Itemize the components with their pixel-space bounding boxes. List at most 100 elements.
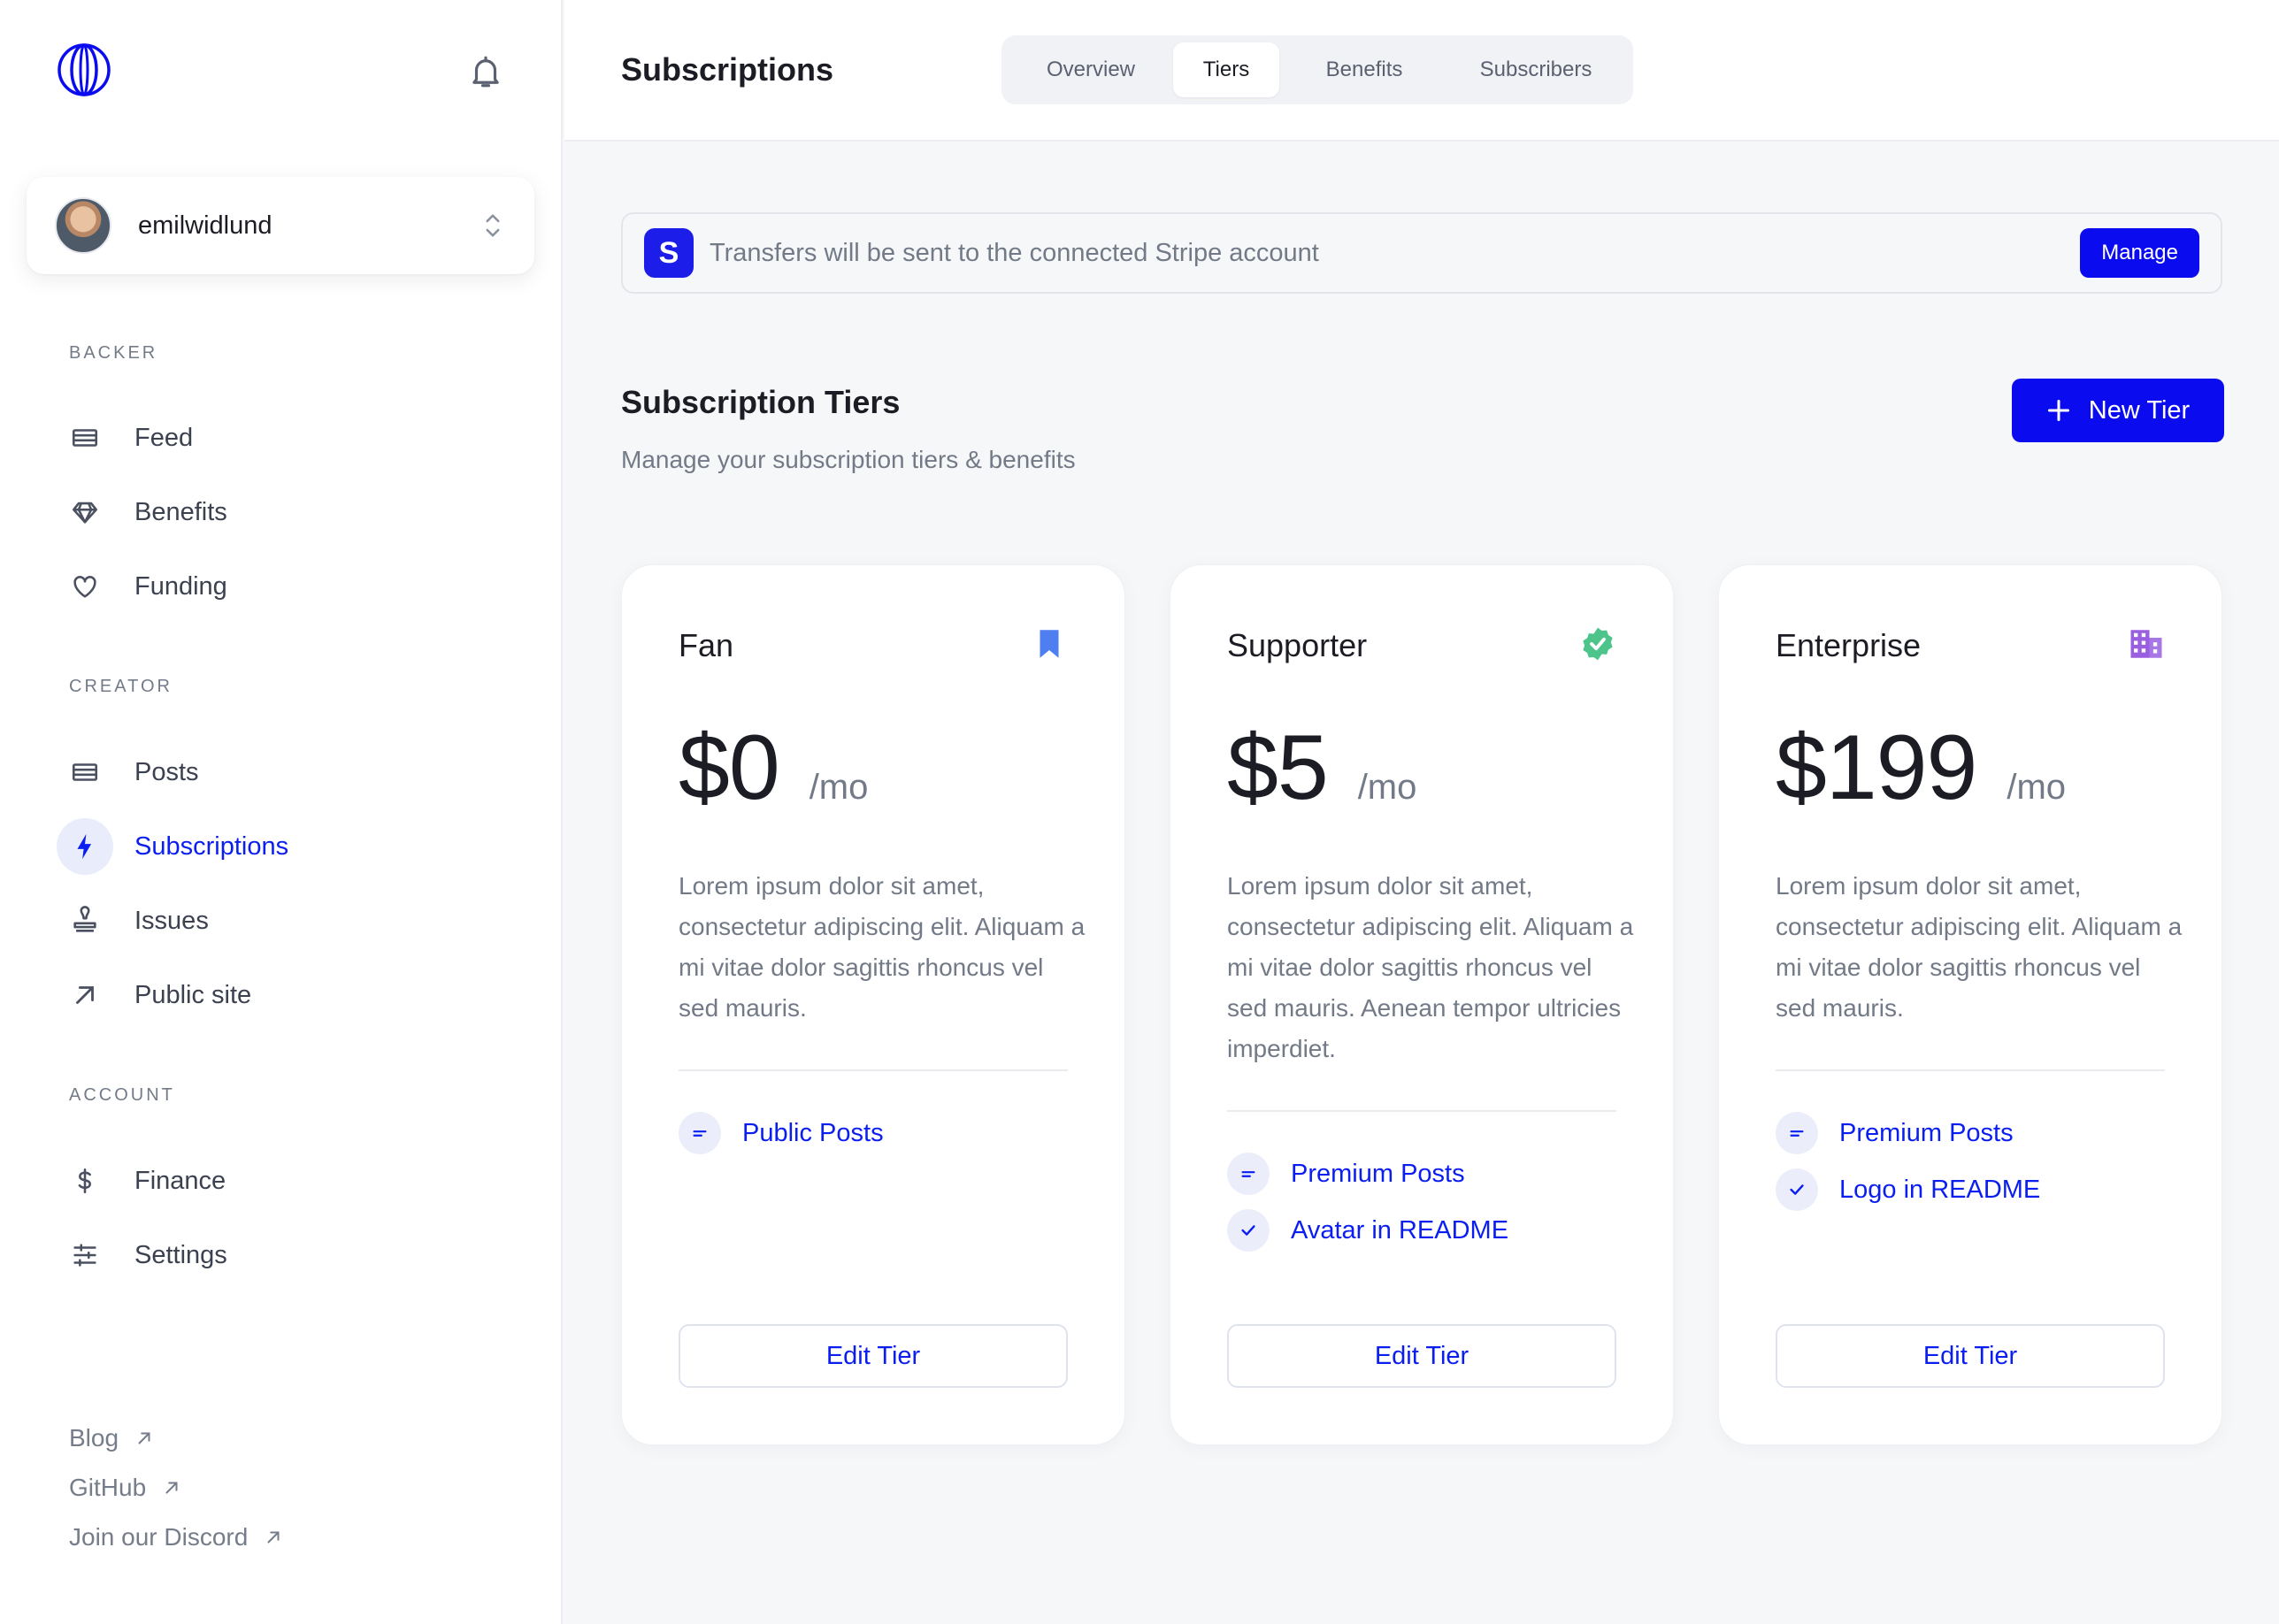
stamp-icon: [57, 892, 113, 949]
footer-link-label: Blog: [69, 1424, 119, 1452]
tier-name: Fan: [679, 627, 734, 663]
tier-card-fan: Fan $0 /mo Lorem ipsum dolor sit amet, c…: [621, 564, 1125, 1445]
tab-tiers[interactable]: Tiers: [1173, 42, 1279, 97]
arrow-up-right-icon: [57, 967, 113, 1023]
page-title: Subscriptions: [621, 51, 834, 88]
sidebar-item-benefits[interactable]: Benefits: [57, 484, 517, 540]
bolt-icon: [57, 818, 113, 875]
divider: [679, 1069, 1068, 1071]
tier-price: $5 /mo: [1227, 716, 1416, 821]
sidebar-item-issues[interactable]: Issues: [57, 892, 517, 949]
topbar: Subscriptions Overview Tiers Benefits Su…: [564, 0, 2279, 142]
tier-name: Enterprise: [1776, 627, 1922, 663]
sidebar-item-label: Feed: [134, 423, 194, 452]
check-icon: [1227, 1209, 1270, 1252]
chevron-up-down-icon: [486, 214, 500, 237]
tier-name: Supporter: [1227, 627, 1368, 663]
new-tier-label: New Tier: [2088, 395, 2191, 425]
stripe-banner: S Transfers will be sent to the connecte…: [621, 212, 2222, 294]
edit-tier-button[interactable]: Edit Tier: [1776, 1324, 2165, 1388]
sidebar-item-label: Posts: [134, 757, 199, 786]
benefit-label: Logo in README: [1839, 1175, 2041, 1204]
benefit-label: Public Posts: [742, 1118, 884, 1147]
benefit-label: Avatar in README: [1291, 1215, 1509, 1245]
footer-link-github[interactable]: GitHub: [69, 1474, 181, 1502]
external-link-icon: [267, 1531, 280, 1544]
sidebar-item-finance[interactable]: Finance: [57, 1153, 517, 1209]
tab-benefits[interactable]: Benefits: [1279, 42, 1449, 97]
tier-card-supporter: Supporter $5 /mo Lorem ipsum dolor sit a…: [1170, 564, 1674, 1445]
sidebar-item-label: Finance: [134, 1166, 226, 1195]
lines-icon: [1227, 1153, 1270, 1195]
section-label-creator: CREATOR: [69, 677, 173, 696]
price-period: /mo: [1357, 768, 1417, 807]
sidebar-item-label: Public site: [134, 980, 252, 1009]
polar-logo-icon[interactable]: [57, 42, 111, 97]
section-label-backer: BACKER: [69, 343, 158, 363]
posts-icon: [57, 744, 113, 801]
price-period: /mo: [2007, 768, 2067, 807]
plus-icon: [2047, 399, 2069, 422]
edit-tier-button[interactable]: Edit Tier: [1227, 1324, 1616, 1388]
manage-button[interactable]: Manage: [2080, 228, 2199, 278]
account-switcher[interactable]: emilwidlund: [27, 177, 534, 274]
sidebar: emilwidlund BACKER Feed Benefits Funding…: [0, 0, 563, 1624]
benefit-item: Premium Posts: [1776, 1112, 2014, 1154]
new-tier-button[interactable]: New Tier: [2012, 379, 2224, 442]
sidebar-item-label: Funding: [134, 571, 227, 601]
divider: [1776, 1069, 2165, 1071]
verified-badge-icon: [1583, 627, 1613, 661]
tab-bar: Overview Tiers Benefits Subscribers: [1001, 35, 1633, 104]
building-icon: [2130, 630, 2162, 658]
stripe-logo-icon: S: [644, 228, 694, 278]
benefit-item: Avatar in README: [1227, 1209, 1508, 1252]
diamond-icon: [57, 484, 113, 540]
tier-description: Lorem ipsum dolor sit amet, consectetur …: [679, 872, 1086, 1022]
account-username: emilwidlund: [138, 211, 272, 240]
tab-overview[interactable]: Overview: [1009, 42, 1173, 97]
sidebar-item-subscriptions[interactable]: Subscriptions: [57, 818, 517, 875]
tier-price: $0 /mo: [679, 716, 868, 821]
benefit-item: Logo in README: [1776, 1168, 2040, 1211]
sidebar-item-settings[interactable]: Settings: [57, 1227, 517, 1283]
external-link-icon: [138, 1432, 150, 1444]
stripe-banner-text: Transfers will be sent to the connected …: [710, 238, 1319, 267]
tier-description: Lorem ipsum dolor sit amet, consectetur …: [1776, 872, 2183, 1022]
dollar-icon: [57, 1153, 113, 1209]
sliders-icon: [57, 1227, 113, 1283]
external-link-icon: [165, 1482, 178, 1494]
section-title: Subscription Tiers: [621, 384, 901, 420]
benefit-label: Premium Posts: [1839, 1118, 2014, 1147]
footer-link-discord[interactable]: Join our Discord: [69, 1523, 283, 1551]
sidebar-item-label: Subscriptions: [134, 831, 289, 861]
tier-price: $199 /mo: [1776, 716, 2066, 821]
sidebar-item-label: Benefits: [134, 497, 227, 526]
benefit-item: Premium Posts: [1227, 1153, 1465, 1195]
price-value: $5: [1227, 716, 1329, 819]
lines-icon: [679, 1112, 721, 1154]
benefit-item: Public Posts: [679, 1112, 884, 1154]
avatar: [55, 197, 111, 254]
edit-tier-button[interactable]: Edit Tier: [679, 1324, 1068, 1388]
tab-subscribers[interactable]: Subscribers: [1449, 42, 1623, 97]
footer-link-label: GitHub: [69, 1474, 147, 1501]
price-value: $0: [679, 716, 780, 819]
sidebar-item-feed[interactable]: Feed: [57, 410, 517, 466]
sidebar-item-public-site[interactable]: Public site: [57, 967, 517, 1023]
price-value: $199: [1776, 716, 1977, 819]
divider: [1227, 1110, 1616, 1112]
heart-icon: [57, 558, 113, 615]
section-label-account: ACCOUNT: [69, 1085, 175, 1105]
section-subtitle: Manage your subscription tiers & benefit…: [621, 446, 1076, 473]
lines-icon: [1776, 1112, 1818, 1154]
sidebar-item-posts[interactable]: Posts: [57, 744, 517, 801]
price-period: /mo: [809, 768, 869, 807]
tier-description: Lorem ipsum dolor sit amet, consectetur …: [1227, 872, 1634, 1062]
tier-card-enterprise: Enterprise $199 /mo Lorem ipsum dolor si…: [1718, 564, 2222, 1445]
benefit-label: Premium Posts: [1291, 1159, 1465, 1188]
sidebar-item-funding[interactable]: Funding: [57, 558, 517, 615]
check-icon: [1776, 1168, 1818, 1211]
footer-link-blog[interactable]: Blog: [69, 1424, 154, 1452]
bookmark-icon: [1040, 630, 1059, 658]
notifications-bell-icon[interactable]: [467, 53, 504, 90]
